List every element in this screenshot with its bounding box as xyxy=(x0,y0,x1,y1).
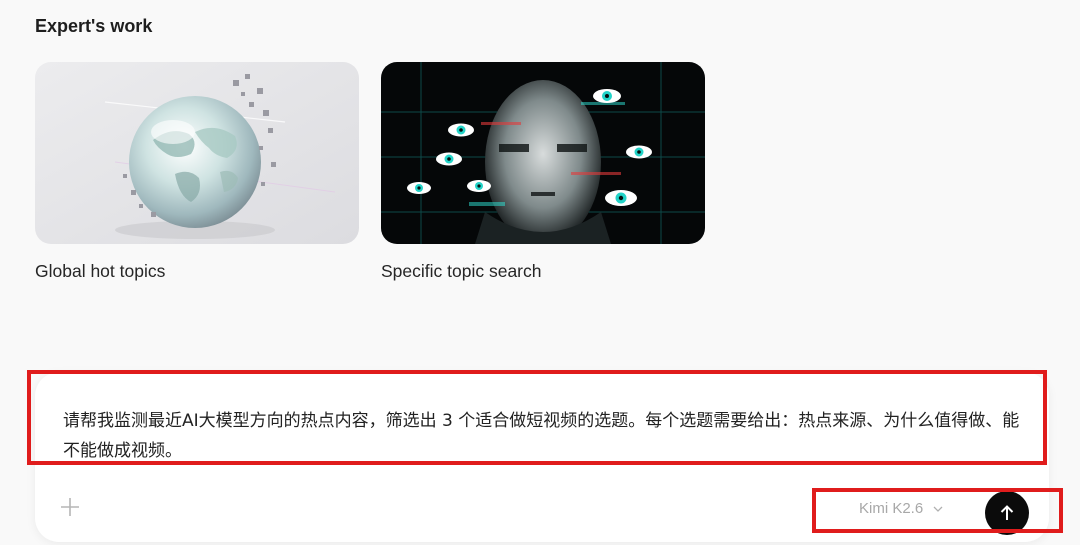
model-selector[interactable]: Kimi K2.6 xyxy=(859,500,943,517)
send-button[interactable] xyxy=(985,491,1029,535)
card-global-hot-topics[interactable]: Global hot topics xyxy=(35,62,359,282)
plus-icon[interactable] xyxy=(59,496,81,518)
arrow-up-icon xyxy=(1000,505,1014,520)
glitch-face-eyes-image xyxy=(381,62,705,244)
section-title: Expert's work xyxy=(35,16,153,36)
prompt-input[interactable]: 请帮我监测最近AI大模型方向的热点内容，筛选出 3 个适合做短视频的选题。每个选… xyxy=(63,406,1023,466)
page: Expert's work Global hot topics Specific… xyxy=(0,0,1080,545)
card-label: Global hot topics xyxy=(35,261,166,281)
chat-composer[interactable]: 请帮我监测最近AI大模型方向的热点内容，筛选出 3 个适合做短视频的选题。每个选… xyxy=(35,372,1049,542)
card-specific-topic-search[interactable]: Specific topic search xyxy=(381,62,705,282)
card-label: Specific topic search xyxy=(381,261,542,281)
glass-globe-image xyxy=(35,62,359,244)
chevron-down-icon xyxy=(933,506,943,512)
model-label: Kimi K2.6 xyxy=(859,500,924,517)
